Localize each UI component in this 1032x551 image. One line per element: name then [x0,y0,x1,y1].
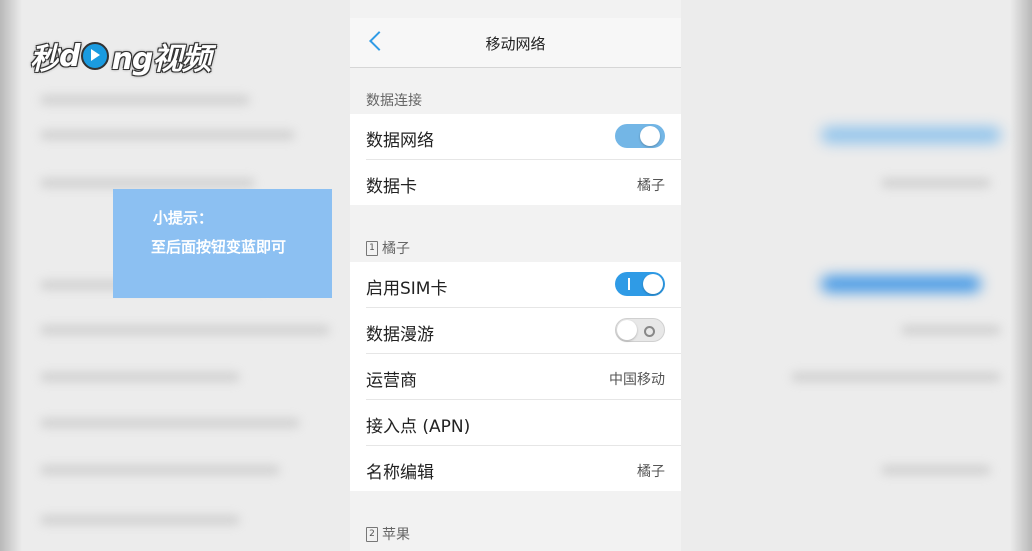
data-network-toggle[interactable] [615,124,665,148]
row-label: 数据网络 [366,131,434,151]
row-label: 数据卡 [366,177,417,197]
tip-box: 小提示： 至后面按钮变蓝即可 [113,189,332,298]
row-label: 启用SIM卡 [366,279,448,299]
row-apn[interactable]: 接入点 (APN) [366,400,681,446]
data-roaming-toggle[interactable] [615,318,665,342]
row-name-edit[interactable]: 名称编辑 橘子 [366,446,681,491]
navigation-bar: 移动网络 [350,18,681,68]
group-sim1: 启用SIM卡 数据漫游 运营商 中国移动 接入点 (APN) 名称编辑 橘子 [350,262,681,491]
section-header-sim1: 1 橘子 [366,238,410,258]
blurred-background-right [681,0,1032,551]
row-value: 中国移动 [609,372,665,388]
play-icon [81,42,110,70]
tip-title: 小提示： [153,209,214,227]
row-data-card[interactable]: 数据卡 橘子 [366,160,681,205]
tip-text: 至后面按钮变蓝即可 [151,238,287,256]
sim-card-icon: 2 [366,526,378,542]
section-header-sim2: 2 苹果 [366,524,410,544]
row-data-network[interactable]: 数据网络 [366,114,681,160]
row-label: 接入点 (APN) [366,417,471,437]
row-enable-sim[interactable]: 启用SIM卡 [366,262,681,308]
group-data-connection: 数据网络 数据卡 橘子 [350,114,681,205]
row-value: 橘子 [637,178,665,194]
video-logo: 秒 d ng视频 [30,38,211,78]
page-title: 移动网络 [485,35,546,53]
row-label: 运营商 [366,371,417,391]
section-header-data-connection: 数据连接 [366,93,422,109]
phone-screen: 移动网络 数据连接 数据网络 数据卡 橘子 1 橘子 启用SIM卡 数据漫游 运… [350,0,681,551]
row-label: 名称编辑 [366,463,434,483]
row-label: 数据漫游 [366,325,434,345]
row-data-roaming[interactable]: 数据漫游 [366,308,681,354]
row-carrier[interactable]: 运营商 中国移动 [366,354,681,400]
enable-sim-toggle[interactable] [615,272,665,296]
sim-card-icon: 1 [366,240,378,256]
row-value: 橘子 [637,464,665,480]
